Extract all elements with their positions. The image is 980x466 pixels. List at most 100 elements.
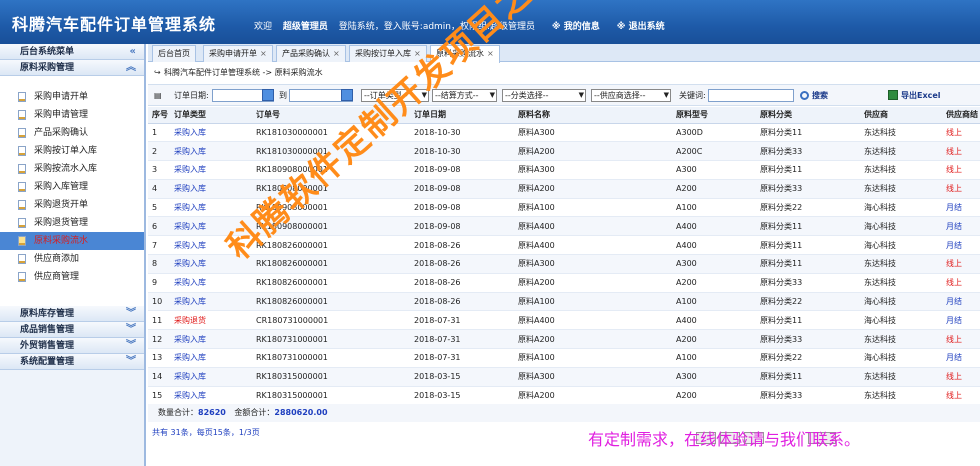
group-system-config[interactable]: 系统配置管理 ︾ (0, 354, 144, 370)
table-cell[interactable]: 采购退货 (170, 310, 252, 331)
table-cell[interactable]: 采购入库 (170, 198, 252, 218)
collapse-left-icon[interactable]: « (130, 44, 136, 60)
table-cell: 12 (148, 329, 170, 350)
tab-purchase-flow[interactable]: 原料采购流水 × (430, 45, 500, 63)
export-excel-button[interactable]: 导出Excel (888, 89, 941, 102)
close-icon[interactable]: × (260, 49, 267, 58)
document-icon (18, 200, 26, 210)
table-cell: RK180315000001 (252, 386, 410, 406)
table-cell: 原料A100 (514, 198, 672, 218)
settle-type-select[interactable]: --结算方式-- ▼ (432, 89, 497, 102)
table-cell: 东达科技 (860, 254, 942, 274)
table-row[interactable]: 4 采购入库 RK180908000001 2018-09-08 原料A200 A200 原… (148, 179, 980, 199)
sidebar-title[interactable]: 后台系统菜单 « (0, 44, 144, 60)
sidebar-item-return-manage[interactable]: 采购退货管理 (0, 214, 144, 232)
table-cell[interactable]: 采购入库 (170, 141, 252, 162)
table-cell: 原料A200 (514, 179, 672, 199)
table-row[interactable]: 3 采购入库 RK180908000001 2018-09-08 原料A300 A300 原… (148, 160, 980, 180)
chevron-down-icon[interactable]: ︾ (126, 306, 136, 322)
table-cell[interactable]: 采购入库 (170, 386, 252, 406)
sidebar-item-stockin-manage[interactable]: 采购入库管理 (0, 178, 144, 196)
column-header: 供应商 (860, 107, 942, 124)
table-cell: A200 (672, 179, 756, 199)
close-icon[interactable]: × (414, 49, 421, 58)
logout-link[interactable]: ※ 退出系统 (617, 22, 665, 32)
group-product-sales[interactable]: 成品销售管理 ︾ (0, 322, 144, 338)
table-cell: A400 (672, 216, 756, 237)
table-cell[interactable]: 采购入库 (170, 367, 252, 387)
table-row[interactable]: 7 采购入库 RK180826000001 2018-08-26 原料A400 A400 原… (148, 235, 980, 256)
keyword-input[interactable] (708, 89, 794, 102)
table-cell[interactable]: 采购入库 (170, 254, 252, 274)
search-button[interactable]: 搜索 (800, 89, 828, 102)
page-last-button[interactable] (808, 432, 836, 444)
table-cell: 原料分类33 (756, 329, 860, 350)
table-row[interactable]: 13 采购入库 RK180731000001 2018-07-31 原料A100 A100… (148, 348, 980, 368)
my-info-link[interactable]: ※ 我的信息 (552, 22, 600, 32)
table-row[interactable]: 8 采购入库 RK180826000001 2018-08-26 原料A300 A300 原… (148, 254, 980, 274)
sidebar-item-supplier-add[interactable]: 供应商添加 (0, 250, 144, 268)
table-cell[interactable]: 采购入库 (170, 160, 252, 180)
sidebar-item-purchase-request-manage[interactable]: 采购申请管理 (0, 106, 144, 124)
group-material-stock[interactable]: 原料库存管理 ︾ (0, 306, 144, 322)
group-foreign-trade[interactable]: 外贸销售管理 ︾ (0, 338, 144, 354)
table-cell: 月结 (942, 216, 980, 237)
table-cell: 线上 (942, 254, 980, 274)
sidebar-item-stockin-by-flow[interactable]: 采购按流水入库 (0, 160, 144, 178)
page-prev-button[interactable] (720, 432, 740, 444)
table-cell: RK180826000001 (252, 254, 410, 274)
category-select[interactable]: --分类选择-- ▼ (502, 89, 586, 102)
table-row[interactable]: 11 采购退货 CR180731000001 2018-07-31 原料A400 A400… (148, 310, 980, 331)
sidebar-item-supplier-manage[interactable]: 供应商管理 (0, 268, 144, 286)
chevron-up-icon[interactable]: ︽ (126, 60, 136, 76)
sidebar-item-stockin-by-order[interactable]: 采购按订单入库 (0, 142, 144, 160)
table-cell[interactable]: 采购入库 (170, 179, 252, 199)
page-first-button[interactable] (696, 432, 716, 444)
order-type-select[interactable]: --订单类型-- ▼ (361, 89, 429, 102)
chevron-down-icon[interactable]: ︾ (126, 322, 136, 338)
close-icon[interactable]: × (333, 49, 340, 58)
group-material-purchase[interactable]: 原料采购管理 ︽ (0, 60, 144, 76)
column-header: 原料分类 (756, 107, 860, 124)
table-cell[interactable]: 采购入库 (170, 235, 252, 256)
table-row[interactable]: 5 采购入库 RK180908000001 2018-09-08 原料A100 A100 原… (148, 198, 980, 218)
table-row[interactable]: 9 采购入库 RK180826000001 2018-08-26 原料A200 A200 原… (148, 273, 980, 293)
tab-home[interactable]: 后台首页 (152, 45, 196, 62)
sidebar-item-product-purchase-confirm[interactable]: 产品采购确认 (0, 124, 144, 142)
table-row[interactable]: 12 采购入库 RK180731000001 2018-07-31 原料A200 A200… (148, 329, 980, 350)
tab-product-purchase-confirm[interactable]: 产品采购确认 × (276, 45, 346, 62)
table-row[interactable]: 2 采购入库 RK181030000001 2018-10-30 原料A200 A200C… (148, 141, 980, 162)
table-row[interactable]: 15 采购入库 RK180315000001 2018-03-15 原料A200 A200… (148, 386, 980, 406)
table-cell[interactable]: 采购入库 (170, 216, 252, 237)
sidebar-item-return-create[interactable]: 采购退货开单 (0, 196, 144, 214)
table-cell[interactable]: 采购入库 (170, 273, 252, 293)
document-icon (18, 254, 26, 264)
table-cell[interactable]: 采购入库 (170, 329, 252, 350)
table-cell: 东达科技 (860, 160, 942, 180)
table-cell[interactable]: 采购入库 (170, 123, 252, 143)
supplier-select[interactable]: --供应商选择-- ▼ (591, 89, 671, 102)
table-row[interactable]: 1 采购入库 RK181030000001 2018-10-30 原料A300 A300D… (148, 123, 980, 143)
table-cell: 2018-09-08 (410, 160, 514, 180)
table-cell[interactable]: 采购入库 (170, 348, 252, 368)
calendar-icon[interactable] (262, 89, 274, 101)
sidebar-item-purchase-flow[interactable]: 原料采购流水 (0, 232, 144, 250)
calendar-icon[interactable] (341, 89, 353, 101)
table-cell: RK180826000001 (252, 292, 410, 312)
table-cell[interactable]: 采购入库 (170, 292, 252, 312)
table-row[interactable]: 14 采购入库 RK180315000001 2018-03-15 原料A300 A300… (148, 367, 980, 387)
table-row[interactable]: 10 采购入库 RK180826000001 2018-08-26 原料A100 A100… (148, 292, 980, 312)
tab-purchase-request-create[interactable]: 采购申请开单 × (203, 45, 273, 62)
tab-stockin-by-order[interactable]: 采购按订单入库 × (349, 45, 427, 62)
close-icon[interactable]: × (487, 49, 494, 58)
table-cell: 6 (148, 216, 170, 237)
chevron-down-icon[interactable]: ︾ (126, 354, 136, 370)
sidebar-item-purchase-request-create[interactable]: 采购申请开单 (0, 88, 144, 106)
tab-bar: 后台首页 采购申请开单 × 产品采购确认 × 采购按订单入库 × 原料采购流水 × (148, 44, 980, 63)
table-cell: 东达科技 (860, 329, 942, 350)
table-row[interactable]: 6 采购入库 RK180908000001 2018-09-08 原料A400 A400 原… (148, 216, 980, 237)
table-cell: RK180826000001 (252, 273, 410, 293)
table-cell: 11 (148, 310, 170, 331)
chevron-down-icon[interactable]: ︾ (126, 338, 136, 354)
page-next-button[interactable] (744, 432, 764, 444)
